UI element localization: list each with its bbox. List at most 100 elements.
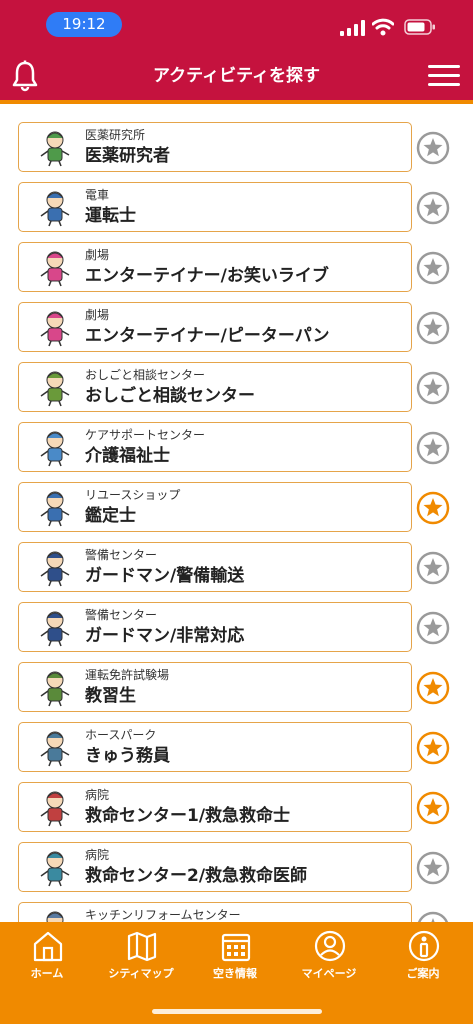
activity-card[interactable]: ホースパークきゅう務員 bbox=[18, 722, 412, 772]
activity-card[interactable]: リユースショップ 鑑定士 bbox=[18, 482, 412, 532]
activity-place: キッチンリフォームセンター bbox=[85, 908, 241, 922]
activity-row[interactable]: 運転免許試験場教習生 bbox=[0, 662, 473, 714]
tab-home[interactable]: ホーム bbox=[2, 928, 92, 984]
activity-place: 警備センター bbox=[85, 608, 158, 622]
favorite-star-icon[interactable] bbox=[416, 251, 450, 285]
tab-info[interactable]: ご案内 bbox=[378, 928, 468, 984]
activity-list[interactable]: 医薬研究所 医薬研究者 電車 運転士 劇場 エンターテイナー/お笑いライブ 劇場 エンターテイ… bbox=[0, 104, 473, 922]
map-icon bbox=[127, 931, 157, 962]
activity-job: エンターテイナー/ピーターパン bbox=[85, 326, 330, 346]
activity-job: 教習生 bbox=[85, 686, 136, 706]
entertainer-character-icon bbox=[40, 311, 70, 347]
user-icon bbox=[314, 930, 346, 962]
activity-row[interactable]: 警備センター ガードマン/非常対応 bbox=[0, 602, 473, 654]
favorite-star-icon[interactable] bbox=[416, 371, 450, 405]
favorite-star-icon[interactable] bbox=[416, 851, 450, 885]
activity-job: エンターテイナー/お笑いライブ bbox=[85, 266, 329, 286]
tab-label: ご案内 bbox=[406, 967, 440, 980]
hamburger-menu-icon[interactable] bbox=[428, 65, 460, 87]
researcher-character-icon bbox=[40, 131, 70, 167]
activity-job: 救命センター1/救急救命士 bbox=[85, 806, 291, 826]
activity-row[interactable]: 警備センターガードマン/警備輸送 bbox=[0, 542, 473, 594]
favorite-star-icon[interactable] bbox=[416, 551, 450, 585]
train-driver-icon bbox=[40, 191, 70, 227]
activity-card[interactable]: 医薬研究所医薬研究者 bbox=[18, 122, 412, 172]
activity-row[interactable]: 病院 救命センター2/救急救命医師 bbox=[0, 842, 473, 894]
calendar-icon bbox=[221, 933, 251, 962]
favorite-star-active-icon[interactable] bbox=[416, 671, 450, 705]
tab-user[interactable]: マイページ bbox=[284, 928, 374, 984]
activity-row[interactable]: 電車 運転士 bbox=[0, 182, 473, 234]
info-icon bbox=[408, 930, 440, 962]
activity-card[interactable]: 病院救命センター1/救急救命士 bbox=[18, 782, 412, 832]
battery-icon bbox=[404, 19, 435, 35]
tab-label: シティマップ bbox=[108, 967, 174, 980]
activity-card[interactable]: キッチンリフォームセンター bbox=[18, 902, 412, 922]
activity-row[interactable]: 劇場エンターテイナー/ピーターパン bbox=[0, 302, 473, 354]
activity-row[interactable]: リユースショップ 鑑定士 bbox=[0, 482, 473, 534]
status-time: 19:12 bbox=[46, 12, 122, 37]
activity-job: きゅう務員 bbox=[85, 746, 170, 766]
activity-job: 運転士 bbox=[85, 206, 136, 226]
activity-job: 救命センター2/救急救命医師 bbox=[85, 866, 308, 886]
favorite-star-active-icon[interactable] bbox=[416, 791, 450, 825]
activity-place: 警備センター bbox=[85, 548, 158, 562]
activity-row[interactable]: おしごと相談センター おしごと相談センター bbox=[0, 362, 473, 414]
activity-row[interactable]: キッチンリフォームセンター bbox=[0, 902, 473, 922]
tab-label: マイページ bbox=[301, 967, 357, 980]
activity-card[interactable]: 劇場エンターテイナー/お笑いライブ bbox=[18, 242, 412, 292]
activity-place: 運転免許試験場 bbox=[85, 668, 170, 682]
activity-card[interactable]: ケアサポートセンター介護福祉士 bbox=[18, 422, 412, 472]
activity-card[interactable]: 警備センターガードマン/警備輸送 bbox=[18, 542, 412, 592]
activity-job: 医薬研究者 bbox=[85, 146, 170, 166]
favorite-star-icon[interactable] bbox=[416, 311, 450, 345]
activity-place: 医薬研究所 bbox=[85, 128, 146, 142]
activity-card[interactable]: おしごと相談センター おしごと相談センター bbox=[18, 362, 412, 412]
tab-calendar[interactable]: 空き情報 bbox=[190, 928, 280, 984]
activity-card[interactable]: 警備センター ガードマン/非常対応 bbox=[18, 602, 412, 652]
favorite-star-icon[interactable] bbox=[416, 191, 450, 225]
favorite-star-active-icon[interactable] bbox=[416, 491, 450, 525]
activity-row[interactable]: 劇場エンターテイナー/お笑いライブ bbox=[0, 242, 473, 294]
activity-place: ホースパーク bbox=[85, 728, 157, 742]
activity-row[interactable]: ケアサポートセンター介護福祉士 bbox=[0, 422, 473, 474]
paramedic-character-icon bbox=[40, 791, 70, 827]
cellular-signal-icon bbox=[340, 20, 365, 36]
activity-place: ケアサポートセンター bbox=[85, 428, 206, 442]
kitchen-reform-icon bbox=[46, 911, 64, 922]
favorite-star-icon[interactable] bbox=[416, 611, 450, 645]
activity-job: 介護福祉士 bbox=[85, 446, 170, 466]
entertainer-character-icon bbox=[40, 251, 70, 287]
activity-card[interactable]: 運転免許試験場教習生 bbox=[18, 662, 412, 712]
caregiver-wheelchair-icon bbox=[40, 431, 70, 467]
home-indicator bbox=[152, 1009, 322, 1014]
activity-place: 病院 bbox=[85, 788, 110, 802]
activity-job: 鑑定士 bbox=[85, 506, 136, 526]
tab-label: ホーム bbox=[30, 967, 64, 980]
favorite-star-icon[interactable] bbox=[416, 431, 450, 465]
activity-card[interactable]: 病院 救命センター2/救急救命医師 bbox=[18, 842, 412, 892]
activity-card[interactable]: 劇場エンターテイナー/ピーターパン bbox=[18, 302, 412, 352]
activity-job: おしごと相談センター bbox=[85, 386, 255, 406]
page-title: アクティビティを探す bbox=[152, 66, 321, 86]
wifi-icon bbox=[372, 18, 394, 36]
guard-character-icon bbox=[40, 611, 70, 647]
activity-job: ガードマン/警備輸送 bbox=[85, 566, 245, 586]
notification-bell-icon[interactable] bbox=[12, 60, 38, 92]
activity-row[interactable]: 病院救命センター1/救急救命士 bbox=[0, 782, 473, 834]
favorite-star-active-icon[interactable] bbox=[416, 731, 450, 765]
activity-card[interactable]: 電車 運転士 bbox=[18, 182, 412, 232]
driving-student-icon bbox=[40, 671, 70, 707]
tab-map[interactable]: シティマップ bbox=[96, 928, 186, 984]
activity-place: 劇場 bbox=[85, 248, 110, 262]
guard-character-icon bbox=[40, 551, 70, 587]
favorite-star-icon[interactable] bbox=[416, 131, 450, 165]
tab-label: 空き情報 bbox=[213, 967, 257, 980]
doctor-character-icon bbox=[40, 851, 70, 887]
activity-row[interactable]: 医薬研究所医薬研究者 bbox=[0, 122, 473, 174]
favorite-star-icon[interactable] bbox=[416, 911, 450, 922]
activity-place: 電車 bbox=[85, 188, 110, 202]
activity-row[interactable]: ホースパークきゅう務員 bbox=[0, 722, 473, 774]
consultation-desk-icon bbox=[40, 371, 70, 407]
activity-place: 劇場 bbox=[85, 308, 110, 322]
